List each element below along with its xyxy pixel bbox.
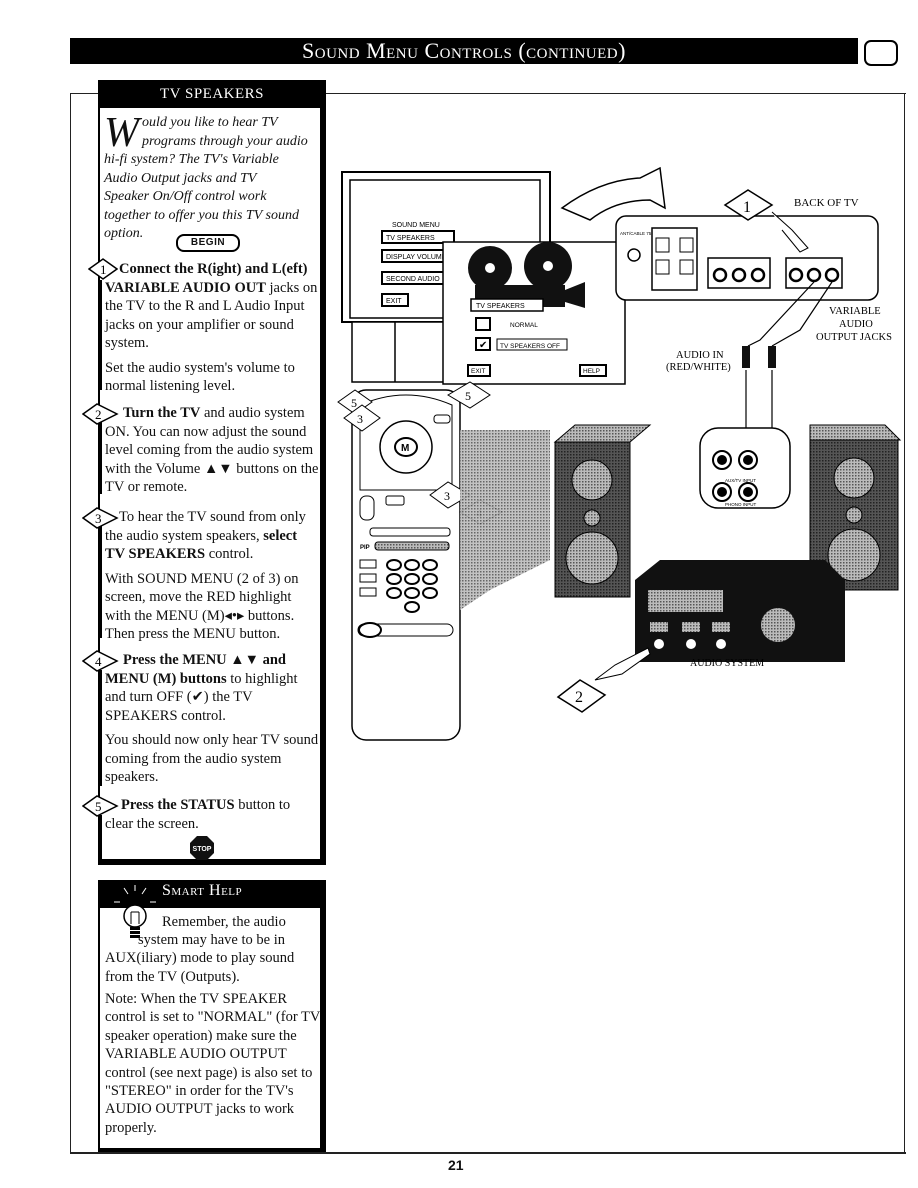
svg-text:2: 2	[575, 689, 583, 706]
svg-text:TV SPEAKERS: TV SPEAKERS	[476, 303, 525, 310]
frame-border-bottom	[70, 1152, 906, 1154]
svg-text:PIP: PIP	[360, 545, 370, 551]
svg-text:AUDIO SYSTEM: AUDIO SYSTEM	[690, 658, 764, 669]
step-1-text: Connect the R(ight) and L(eft) VARIABLE …	[105, 260, 320, 396]
step-1-note: Set the audio system's volume to normal …	[105, 359, 295, 395]
intro-line: together to offer you this TV sound	[104, 207, 299, 223]
svg-text:OUTPUT JACKS: OUTPUT JACKS	[816, 332, 892, 343]
svg-text:PHONO INPUT: PHONO INPUT	[725, 502, 757, 507]
intro-line: Audio Output jacks and TV	[104, 170, 257, 186]
svg-text:M: M	[401, 443, 409, 454]
step-5-text: Press the STATUS button to clear the scr…	[105, 796, 320, 833]
left-speaker	[553, 424, 652, 598]
svg-text:HELP: HELP	[583, 368, 600, 375]
page-number: 21	[448, 1157, 464, 1173]
step-2-bar	[100, 422, 102, 494]
svg-text:3: 3	[357, 412, 363, 426]
svg-text:EXIT: EXIT	[471, 368, 485, 375]
svg-text:5: 5	[465, 389, 471, 403]
svg-text:VARIABLE: VARIABLE	[829, 306, 881, 317]
remote-control: M PIP	[351, 389, 461, 741]
section-header: Sound Menu Controls (continued)	[70, 38, 858, 64]
frame-border-left	[70, 93, 71, 1153]
smart-help-para1-start: Remember, the audio	[162, 914, 286, 930]
smart-help-para2: Note: When the TV SPEAKER control is set…	[105, 991, 321, 1136]
step-2-lead: Turn the TV	[123, 405, 201, 421]
page-title: Sound Menu Controls (continued)	[302, 38, 626, 63]
step-4-bar	[100, 670, 102, 786]
svg-text:BACK OF TV: BACK OF TV	[794, 197, 859, 209]
svg-text:5: 5	[351, 396, 357, 410]
audio-system-receiver	[635, 560, 845, 662]
begin-badge: BEGIN	[176, 234, 240, 252]
tv-speakers-popup: TV SPEAKERS NORMAL ✔ TV SPEAKERS OFF EXI…	[442, 241, 626, 385]
svg-text:3: 3	[95, 511, 102, 526]
stop-icon: STOP	[190, 836, 214, 860]
arrow-icon	[560, 166, 666, 221]
svg-text:DISPLAY VOLUME: DISPLAY VOLUME	[386, 254, 447, 261]
step-5-bar	[100, 815, 102, 859]
intro-line: hi-fi system? The TV's Variable	[104, 152, 279, 167]
smart-help-title: Smart Help	[162, 882, 243, 899]
intro-text: W ould you like to hear TV programs thro…	[104, 110, 320, 244]
svg-text:AUDIO: AUDIO	[839, 319, 873, 330]
step-3-text: To hear the TV sound from only the audio…	[105, 508, 320, 644]
svg-text:SOUND MENU: SOUND MENU	[392, 222, 440, 229]
step-4-text: Press the MENU ▲▼ and MENU (M) buttons t…	[105, 651, 320, 787]
svg-text:TV SPEAKERS: TV SPEAKERS	[386, 235, 435, 242]
rca-plug-red-icon	[742, 346, 750, 368]
hand-pointer-icon	[594, 647, 651, 681]
svg-text:TV SPEAKERS OFF: TV SPEAKERS OFF	[500, 343, 560, 350]
amplifier-input-panel: AUX/TV INPUT PHONO INPUT	[699, 427, 791, 509]
step-3-bar	[100, 526, 102, 638]
step-1-bar	[100, 280, 102, 390]
step-4-note: You should now only hear TV sound coming…	[105, 732, 319, 785]
svg-text:5: 5	[95, 799, 102, 814]
step-3-note: With SOUND MENU (2 of 3) on screen, move…	[105, 570, 299, 643]
svg-text:AUX/TV INPUT: AUX/TV INPUT	[725, 478, 756, 483]
step-2-text: Turn the TV and audio system ON. You can…	[105, 404, 320, 497]
tv-back-panel: ANT/CABLE 75Ω UHF/VHF	[615, 215, 879, 301]
tv-icon	[864, 40, 898, 66]
step-3-rest: control.	[205, 546, 254, 562]
intro-line: Speaker On/Off control work	[104, 189, 267, 204]
smart-help-para1: system may have to be in AUX(iliary) mod…	[105, 932, 295, 985]
svg-text:STOP: STOP	[193, 846, 212, 853]
svg-text:2: 2	[95, 407, 102, 422]
svg-text:(RED/WHITE): (RED/WHITE)	[666, 362, 731, 373]
connection-illustration: SOUND MENU TV SPEAKERS DISPLAY VOLUME SE…	[337, 166, 902, 741]
panel-title: TV SPEAKERS	[98, 80, 326, 108]
svg-text:EXIT: EXIT	[386, 298, 402, 305]
svg-text:4: 4	[95, 654, 102, 669]
rca-plug-white-icon	[768, 346, 776, 368]
svg-text:NORMAL: NORMAL	[510, 322, 538, 329]
svg-text:AUDIO IN: AUDIO IN	[676, 350, 724, 361]
step-5-lead: Press the STATUS	[121, 797, 235, 813]
checkmark-icon: ✔	[479, 340, 487, 351]
svg-text:SECOND AUDIO: SECOND AUDIO	[386, 276, 440, 283]
svg-text:3: 3	[444, 489, 450, 503]
svg-text:1: 1	[743, 199, 751, 216]
dropcap: W	[104, 110, 139, 156]
